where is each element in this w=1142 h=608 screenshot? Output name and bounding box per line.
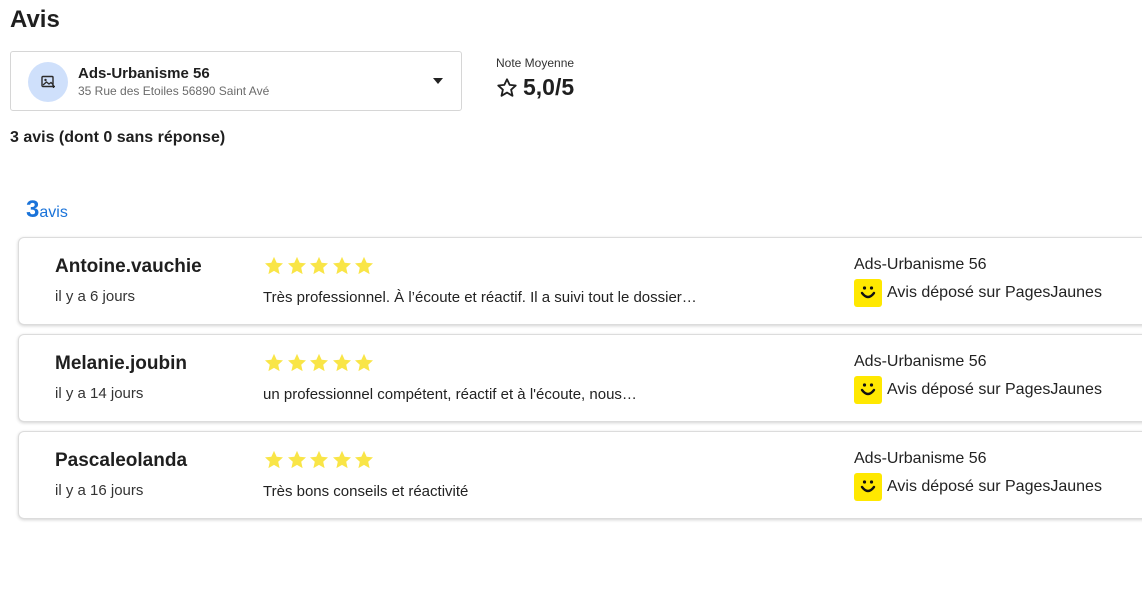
review-date: il y a 14 jours: [55, 385, 144, 402]
review-source-text: Avis déposé sur PagesJaunes: [887, 478, 1102, 495]
star-filled-icon: [355, 353, 373, 372]
average-rating-label: Note Moyenne: [496, 56, 575, 70]
location-name: Ads-Urbanisme 56: [78, 65, 210, 82]
star-filled-icon: [355, 256, 373, 275]
average-rating-value: 5,0/5: [523, 74, 575, 100]
star-filled-icon: [332, 256, 351, 275]
review-date: il y a 16 jours: [55, 482, 144, 499]
location-address: 35 Rue des Etoiles 56890 Saint Avé: [78, 84, 270, 98]
review-card[interactable]: Antoine.vauchie il y a 6 jours Très profes…: [18, 237, 1142, 325]
average-rating: Note Moyenne 5,0/5: [496, 56, 574, 101]
review-source-text: Avis déposé sur PagesJaunes: [887, 284, 1102, 301]
star-filled-icon: [265, 450, 283, 469]
image-icon: [41, 75, 55, 88]
page-title: Avis: [10, 6, 60, 33]
star-filled-icon: [287, 256, 306, 275]
pagesjaunes-logo-icon: [854, 473, 882, 501]
review-stars: [263, 352, 376, 374]
reviews-count: 3avis: [26, 196, 68, 224]
review-business-name: Ads-Urbanisme 56: [854, 450, 987, 467]
review-card[interactable]: Melanie.joubin il y a 14 jours un professi…: [18, 334, 1142, 422]
review-source-text: Avis déposé sur PagesJaunes: [887, 381, 1102, 398]
review-text: Très professionnel. À l’écoute et réacti…: [263, 289, 697, 306]
reviews-summary: 3 avis (dont 0 sans réponse): [10, 129, 226, 146]
review-business-name: Ads-Urbanisme 56: [854, 256, 987, 273]
review-text: un professionnel compétent, réactif et à…: [263, 386, 637, 403]
star-outline-icon: [497, 77, 517, 97]
review-business-name: Ads-Urbanisme 56: [854, 353, 987, 370]
star-filled-icon: [265, 353, 283, 372]
caret-down-icon[interactable]: [433, 78, 443, 84]
review-source: Avis déposé sur PagesJaunes: [854, 376, 1102, 404]
star-filled-icon: [287, 450, 306, 469]
star-filled-icon: [310, 256, 328, 275]
reviewer-name: Pascaleolanda: [55, 450, 188, 471]
star-filled-icon: [287, 353, 306, 372]
reviews-count-number: 3: [26, 196, 40, 223]
star-filled-icon: [310, 450, 328, 469]
pagesjaunes-logo-icon: [854, 376, 882, 404]
reviews-count-label: avis: [39, 204, 68, 221]
star-filled-icon: [332, 450, 351, 469]
review-date: il y a 6 jours: [55, 288, 136, 305]
review-source: Avis déposé sur PagesJaunes: [854, 279, 1102, 307]
review-stars: [263, 255, 376, 277]
star-filled-icon: [355, 450, 373, 469]
review-card[interactable]: Pascaleolanda il y a 16 jours Très bons co…: [18, 431, 1142, 519]
star-filled-icon: [265, 256, 283, 275]
reviewer-name: Melanie.joubin: [55, 353, 187, 374]
star-filled-icon: [332, 353, 351, 372]
review-stars: [263, 449, 376, 471]
star-filled-icon: [310, 353, 328, 372]
review-text: Très bons conseils et réactivité: [263, 483, 469, 500]
review-source: Avis déposé sur PagesJaunes: [854, 473, 1102, 501]
reviewer-name: Antoine.vauchie: [55, 256, 202, 277]
pagesjaunes-logo-icon: [854, 279, 882, 307]
location-avatar: [28, 62, 68, 102]
location-select[interactable]: Ads-Urbanisme 56 35 Rue des Etoiles 5689…: [10, 51, 462, 111]
